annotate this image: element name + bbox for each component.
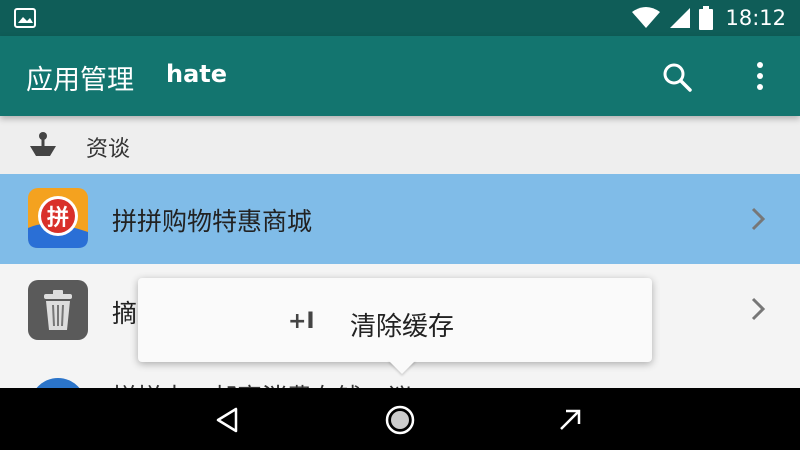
status-bar: 18:12 bbox=[0, 0, 800, 36]
list-item-selected[interactable]: 拼 拼拼购物特惠商城 bbox=[0, 174, 800, 264]
app-bar: 应用管理 hate bbox=[0, 36, 800, 116]
wifi-icon bbox=[632, 7, 661, 28]
navigation-bar bbox=[0, 388, 800, 450]
clear-cache-icon-text: +I bbox=[288, 309, 314, 332]
clear-cache-icon: +I bbox=[288, 309, 314, 332]
home-icon[interactable] bbox=[384, 404, 416, 436]
pinpin-app-icon: 拼 bbox=[28, 188, 88, 248]
page-subtitle: hate bbox=[166, 60, 228, 88]
context-popup: +I 清除缓存 bbox=[138, 278, 652, 362]
status-time: 18:12 bbox=[725, 6, 786, 30]
more-vert-icon[interactable] bbox=[744, 58, 776, 94]
photo-icon bbox=[14, 8, 36, 28]
pinpin-icon-text: 拼 bbox=[47, 205, 69, 231]
section-header: 资谈 bbox=[0, 116, 800, 174]
list-item-label: 拼拼购物特惠商城 bbox=[112, 207, 313, 236]
chevron-right-icon bbox=[751, 297, 766, 321]
page-title: 应用管理 bbox=[26, 65, 134, 96]
scale-icon bbox=[30, 132, 56, 156]
search-icon[interactable] bbox=[660, 60, 694, 94]
popup-pointer bbox=[388, 360, 416, 374]
clear-cache-button[interactable]: 清除缓存 bbox=[350, 306, 454, 343]
section-label: 资谈 bbox=[86, 137, 131, 162]
signal-icon bbox=[670, 8, 691, 28]
chevron-right-icon bbox=[751, 207, 766, 231]
recent-apps-icon[interactable] bbox=[556, 406, 584, 434]
trash-app-icon bbox=[28, 280, 88, 340]
battery-icon bbox=[699, 6, 714, 30]
list-item-label: 摘 bbox=[112, 299, 138, 328]
back-icon[interactable] bbox=[214, 406, 240, 434]
status-icons: 18:12 bbox=[631, 0, 786, 36]
